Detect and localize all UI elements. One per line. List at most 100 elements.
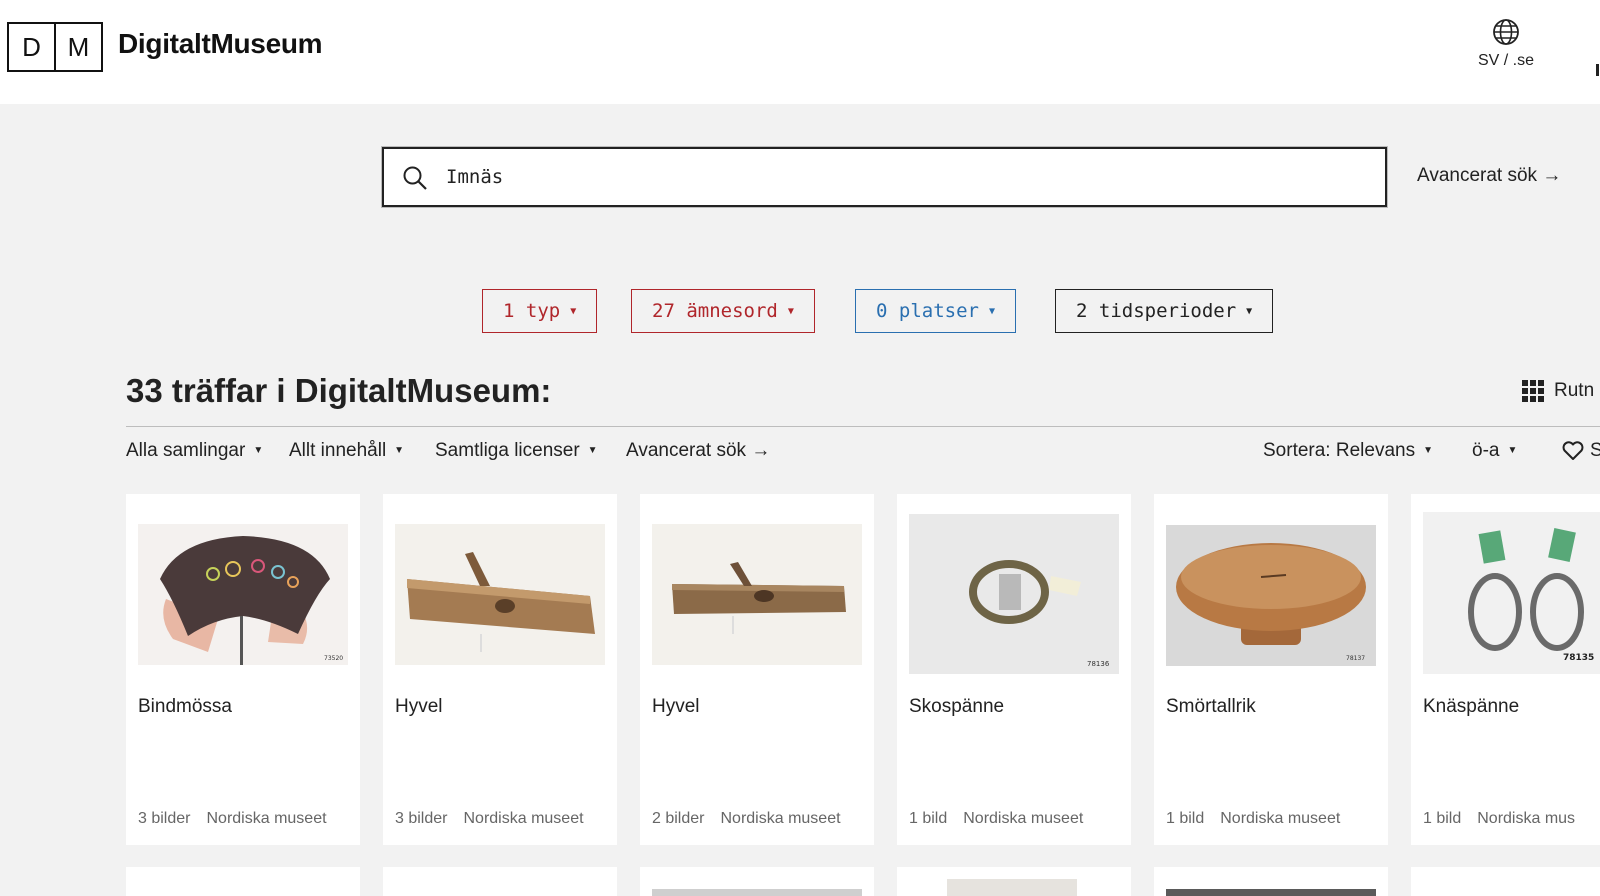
- collections-dropdown[interactable]: Alla samlingar ▼: [126, 440, 263, 462]
- result-card[interactable]: Hyvel 2 bilder Nordiska museet: [640, 494, 874, 845]
- filter-type-label: 1 typ: [503, 300, 561, 322]
- result-card-row2[interactable]: [126, 867, 360, 896]
- result-card[interactable]: Hyvel 3 bilder Nordiska museet: [383, 494, 617, 845]
- heart-icon: [1562, 441, 1584, 460]
- catalog-number: 78135: [1563, 653, 1594, 663]
- order-dropdown[interactable]: ö-a ▼: [1472, 440, 1517, 462]
- image-count: 1 bild: [1423, 810, 1462, 827]
- card-thumbnail: [652, 889, 862, 896]
- result-card[interactable]: 78136 Skospänne 1 bild Nordiska museet: [897, 494, 1131, 845]
- museum-name: Nordiska museet: [463, 810, 584, 827]
- image-count: 2 bilder: [652, 810, 705, 827]
- image-count: 1 bild: [1166, 810, 1205, 827]
- search-input[interactable]: [446, 161, 1346, 193]
- menu-edge: [1596, 64, 1599, 76]
- filter-type[interactable]: 1 typ ▼: [482, 289, 598, 333]
- logo-letter-d: D: [7, 22, 56, 72]
- caret-down-icon: ▼: [988, 305, 995, 317]
- content-dropdown[interactable]: Allt innehåll ▼: [289, 440, 404, 462]
- result-card[interactable]: 73520 Bindmössa 3 bilder Nordiska museet: [126, 494, 360, 845]
- save-label: S: [1590, 440, 1600, 461]
- card-meta: 1 bild Nordiska museet: [909, 810, 1083, 828]
- card-thumbnail: 78136: [909, 514, 1119, 674]
- result-card-row2[interactable]: [1411, 867, 1600, 896]
- card-meta: 3 bilder Nordiska museet: [138, 810, 327, 828]
- image-count: 3 bilder: [395, 810, 448, 827]
- caret-down-icon: ▼: [587, 445, 598, 456]
- card-title: Smörtallrik: [1166, 696, 1256, 717]
- sort-dropdown[interactable]: Sortera: Relevans ▼: [1263, 440, 1433, 462]
- result-card-row2[interactable]: [383, 867, 617, 896]
- caret-down-icon: ▼: [253, 445, 264, 456]
- filter-subject-label: 27 ämnesord: [652, 300, 778, 322]
- caret-down-icon: ▼: [1423, 445, 1433, 456]
- advanced-search-link-2[interactable]: Avancerat sök →: [626, 440, 770, 462]
- catalog-number: 78137: [1346, 655, 1365, 662]
- filter-places[interactable]: 0 platser ▼: [855, 289, 1016, 333]
- card-meta: 1 bild Nordiska museet: [1166, 810, 1340, 828]
- filter-periods[interactable]: 2 tidsperioder ▼: [1055, 289, 1274, 333]
- caret-down-icon: ▼: [787, 305, 794, 317]
- caret-down-icon: ▼: [1246, 305, 1253, 317]
- search-icon: [403, 166, 427, 190]
- plane-image: [395, 524, 605, 665]
- card-title: Hyvel: [395, 696, 443, 717]
- catalog-number: 78136: [1087, 660, 1110, 668]
- card-meta: 3 bilder Nordiska museet: [395, 810, 584, 828]
- search-box: [382, 147, 1387, 207]
- card-thumbnail: 78135: [1423, 512, 1600, 674]
- grid-view-toggle[interactable]: Rutn: [1522, 380, 1594, 402]
- card-title: Knäspänne: [1423, 696, 1520, 717]
- brand-name[interactable]: DigitaltMuseum: [118, 28, 323, 60]
- card-title: Hyvel: [652, 696, 700, 717]
- card-thumbnail: [395, 524, 605, 665]
- grid-icon: [1522, 380, 1544, 402]
- card-meta: 1 bild Nordiska mus: [1423, 810, 1575, 828]
- catalog-number: 73520: [324, 655, 343, 662]
- licenses-dropdown[interactable]: Samtliga licenser ▼: [435, 440, 598, 462]
- museum-name: Nordiska museet: [720, 810, 841, 827]
- result-card[interactable]: 78135 Knäspänne 1 bild Nordiska mus: [1411, 494, 1600, 845]
- image-count: 3 bilder: [138, 810, 191, 827]
- card-thumbnail: [947, 879, 1077, 896]
- content-label: Allt innehåll: [289, 440, 387, 461]
- card-meta: 2 bilder Nordiska museet: [652, 810, 841, 828]
- results-count-title: 33 träffar i DigitaltMuseum:: [126, 372, 552, 409]
- knee-buckle-image: 78135: [1423, 512, 1600, 674]
- licenses-label: Samtliga licenser: [435, 440, 580, 461]
- filter-periods-label: 2 tidsperioder: [1076, 300, 1237, 322]
- card-title: Bindmössa: [138, 696, 232, 717]
- save-search-button[interactable]: S: [1562, 440, 1600, 462]
- buckle-image: 78136: [909, 514, 1119, 674]
- advanced-search-link[interactable]: Avancerat sök →: [1417, 165, 1561, 187]
- card-title: Skospänne: [909, 696, 1005, 717]
- plane-image: [652, 524, 862, 665]
- museum-name: Nordiska mus: [1477, 810, 1576, 827]
- globe-icon: [1493, 19, 1519, 45]
- museum-name: Nordiska museet: [1220, 810, 1341, 827]
- plate-image: 78137: [1166, 525, 1376, 666]
- result-card-row2[interactable]: [1154, 867, 1388, 896]
- museum-name: Nordiska museet: [206, 810, 327, 827]
- site-header: D M DigitaltMuseum SV / .se: [0, 0, 1600, 104]
- result-card[interactable]: 78137 Smörtallrik 1 bild Nordiska museet: [1154, 494, 1388, 845]
- collections-label: Alla samlingar: [126, 440, 246, 461]
- caret-down-icon: ▼: [570, 305, 577, 317]
- caret-down-icon: ▼: [1507, 445, 1518, 456]
- language-label: SV / .se: [1477, 52, 1535, 69]
- dm-logo[interactable]: D M: [7, 22, 103, 72]
- filter-subject[interactable]: 27 ämnesord ▼: [631, 289, 815, 333]
- bonnet-image: 73520: [138, 524, 348, 665]
- card-thumbnail: 78137: [1166, 525, 1376, 666]
- sort-label: Sortera: Relevans: [1263, 440, 1416, 461]
- museum-name: Nordiska museet: [963, 810, 1084, 827]
- result-card-row2[interactable]: [640, 867, 874, 896]
- card-thumbnail: [652, 524, 862, 665]
- result-card-row2[interactable]: [897, 867, 1131, 896]
- results-divider: [126, 426, 1600, 427]
- language-selector[interactable]: SV / .se: [1466, 16, 1546, 70]
- order-label: ö-a: [1472, 440, 1500, 461]
- filter-places-label: 0 platser: [876, 300, 979, 322]
- logo-letter-m: M: [54, 22, 103, 72]
- card-thumbnail: 73520: [138, 524, 348, 665]
